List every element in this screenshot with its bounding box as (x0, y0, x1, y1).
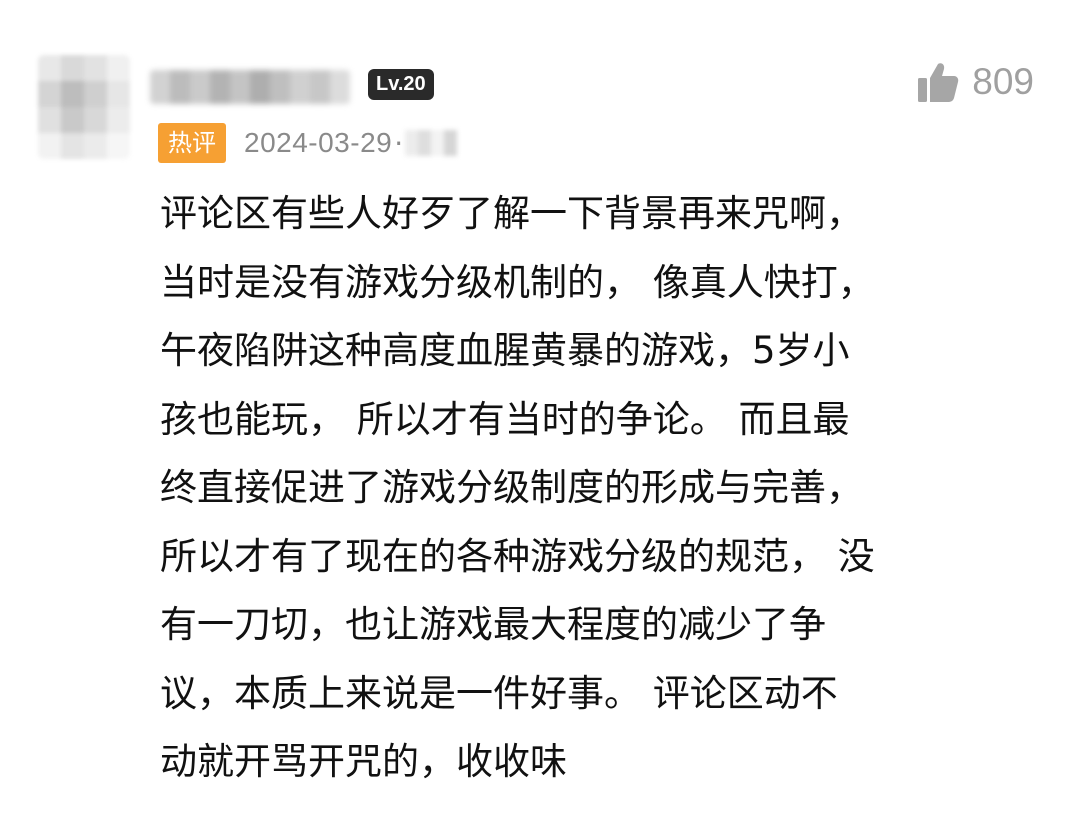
meta-separator: · (394, 126, 404, 160)
comment-line: 评论区有些人好歹了解一下背景再来咒啊， (160, 192, 863, 235)
comment-line: 当时是没有游戏分级机制的， 像真人快打， (160, 260, 875, 304)
comment-line: 所以才有了现在的各种游戏分级的规范， 没 (160, 534, 875, 578)
thumbs-up-icon (918, 63, 959, 102)
like-count: 809 (972, 61, 1034, 102)
location-redacted (405, 130, 458, 156)
comment-line: 有一刀切，也让游戏最大程度的减少了争 (160, 603, 826, 646)
like-button[interactable]: 809 (916, 60, 1034, 104)
level-badge: Lv.20 (368, 69, 434, 100)
comment-line: 动就开骂开咒的，收收味 (160, 740, 567, 783)
comment-line: 终直接促进了游戏分级制度的形成与完善， (160, 466, 863, 509)
comment-body: 评论区有些人好歹了解一下背景再来咒啊， 当时是没有游戏分级机制的， 像真人快打，… (160, 180, 1040, 797)
avatar[interactable] (38, 55, 130, 159)
comment-date: 2024-03-29 (244, 127, 393, 158)
comment-card: Lv.20 809 热评 2024-03-29 · 评论区有些人好歹了解一下背景… (0, 0, 1070, 823)
comment-line: 议，本质上来说是一件好事。 评论区动不 (160, 671, 838, 715)
hot-comment-badge: 热评 (158, 123, 226, 163)
comment-line: 午夜陷阱这种高度血腥黄暴的游戏，5岁小 (160, 329, 850, 372)
comment-meta: 热评 2024-03-29 · (158, 121, 458, 165)
comment-line: 孩也能玩， 所以才有当时的争论。 而且最 (160, 397, 850, 441)
username[interactable] (150, 70, 350, 104)
